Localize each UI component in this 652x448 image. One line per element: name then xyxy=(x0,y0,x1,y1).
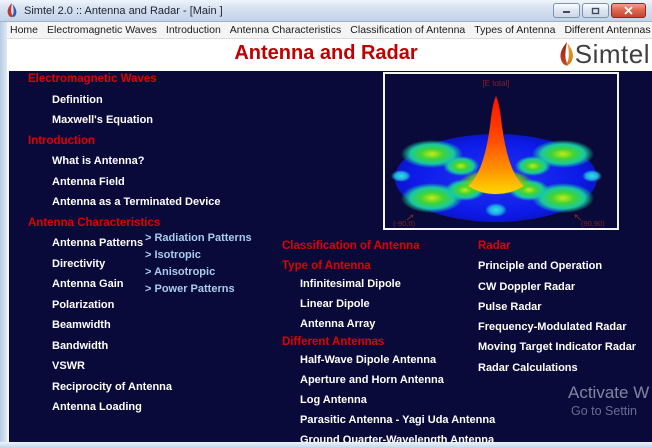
menu-bar: Home Electromagnetic Waves Introduction … xyxy=(0,22,652,39)
brand-logo: Simtel xyxy=(558,40,650,68)
link-antenna-field[interactable]: Antenna Field xyxy=(28,176,221,197)
middle-menu-column: Classification of Antenna Type of Antenn… xyxy=(282,240,495,448)
link-log-antenna[interactable]: Log Antenna xyxy=(282,394,495,414)
link-antenna-array[interactable]: Antenna Array xyxy=(282,318,495,336)
link-radar-calculations[interactable]: Radar Calculations xyxy=(478,362,636,382)
link-half-wave-dipole-antenna[interactable]: Half-Wave Dipole Antenna xyxy=(282,354,495,374)
header-band: Antenna and Radar Simtel xyxy=(0,39,652,71)
section-introduction: Introduction xyxy=(28,135,221,156)
link-vswr[interactable]: VSWR xyxy=(28,360,221,381)
link-linear-dipole[interactable]: Linear Dipole xyxy=(282,298,495,318)
menu-item-electromagnetic-waves[interactable]: Electromagnetic Waves xyxy=(47,24,157,36)
link-frequency-modulated-radar[interactable]: Frequency-Modulated Radar xyxy=(478,321,636,341)
plot-label-left: (-90,0) xyxy=(393,219,416,228)
activate-windows-watermark-line2: Go to Settin xyxy=(571,404,637,418)
maximize-icon xyxy=(591,7,600,15)
link-bandwidth[interactable]: Bandwidth xyxy=(28,340,221,361)
link-cw-doppler-radar[interactable]: CW Doppler Radar xyxy=(478,281,636,301)
sublink-isotropic[interactable]: > Isotropic xyxy=(145,249,252,266)
window-border-bottom xyxy=(0,442,652,448)
section-radar: Radar xyxy=(478,240,636,260)
close-icon xyxy=(624,6,633,15)
antenna-patterns-submenu: > Radiation Patterns > Isotropic > Aniso… xyxy=(145,232,252,300)
link-aperture-and-horn-antenna[interactable]: Aperture and Horn Antenna xyxy=(282,374,495,394)
link-parasitic-antenna-yagi-uda[interactable]: Parasitic Antenna - Yagi Uda Antenna xyxy=(282,414,495,434)
menu-item-introduction[interactable]: Introduction xyxy=(166,24,221,36)
link-what-is-antenna[interactable]: What is Antenna? xyxy=(28,155,221,176)
menu-item-home[interactable]: Home xyxy=(10,24,38,36)
section-electromagnetic-waves: Electromagnetic Waves xyxy=(28,73,221,94)
link-polarization[interactable]: Polarization xyxy=(28,299,221,320)
svg-text:[E total]: [E total] xyxy=(482,79,509,88)
menu-item-antenna-characteristics[interactable]: Antenna Characteristics xyxy=(230,24,341,36)
activate-windows-watermark-line1: Activate W xyxy=(568,383,649,403)
link-pulse-radar[interactable]: Pulse Radar xyxy=(478,301,636,321)
sublink-radiation-patterns[interactable]: > Radiation Patterns xyxy=(145,232,252,249)
minimize-button[interactable] xyxy=(553,3,580,18)
radiation-pattern-plot: [E total] (-90,0) (90,90) xyxy=(383,72,619,230)
right-menu-column: Radar Principle and Operation CW Doppler… xyxy=(478,240,636,382)
section-type-of-antenna: Type of Antenna xyxy=(282,260,495,278)
link-antenna-loading[interactable]: Antenna Loading xyxy=(28,401,221,422)
sublink-anisotropic[interactable]: > Anisotropic xyxy=(145,266,252,283)
title-bar: Simtel 2.0 :: Antenna and Radar - [Main … xyxy=(0,0,652,22)
window-border-left xyxy=(0,22,7,448)
maximize-button[interactable] xyxy=(582,3,609,18)
link-beamwidth[interactable]: Beamwidth xyxy=(28,319,221,340)
app-flame-icon xyxy=(6,3,19,18)
plot-label-right: (90,90) xyxy=(581,219,605,228)
window-title: Simtel 2.0 :: Antenna and Radar - [Main … xyxy=(24,5,553,17)
page-title: Antenna and Radar xyxy=(234,42,417,65)
link-maxwells-equation[interactable]: Maxwell's Equation xyxy=(28,114,221,135)
link-principle-and-operation[interactable]: Principle and Operation xyxy=(478,260,636,280)
app-window: Simtel 2.0 :: Antenna and Radar - [Main … xyxy=(0,0,652,448)
radiation-pattern-image: [E total] (-90,0) (90,90) xyxy=(385,74,617,228)
link-moving-target-indicator-radar[interactable]: Moving Target Indicator Radar xyxy=(478,341,636,361)
close-button[interactable] xyxy=(611,3,646,18)
simtel-flame-icon xyxy=(558,41,575,68)
link-antenna-terminated-device[interactable]: Antenna as a Terminated Device xyxy=(28,196,221,217)
link-definition[interactable]: Definition xyxy=(28,94,221,115)
window-border-left-inner xyxy=(7,71,9,442)
menu-item-different-antennas[interactable]: Different Antennas xyxy=(564,24,650,36)
menu-item-classification-of-antenna[interactable]: Classification of Antenna xyxy=(350,24,465,36)
link-infinitesimal-dipole[interactable]: Infinitesimal Dipole xyxy=(282,278,495,298)
menu-item-types-of-antenna[interactable]: Types of Antenna xyxy=(474,24,555,36)
brand-name: Simtel xyxy=(575,40,650,68)
section-classification-of-antenna: Classification of Antenna xyxy=(282,240,495,260)
link-reciprocity-of-antenna[interactable]: Reciprocity of Antenna xyxy=(28,381,221,402)
minimize-icon xyxy=(562,7,571,14)
sublink-power-patterns[interactable]: > Power Patterns xyxy=(145,283,252,300)
section-different-antennas: Different Antennas xyxy=(282,336,495,354)
